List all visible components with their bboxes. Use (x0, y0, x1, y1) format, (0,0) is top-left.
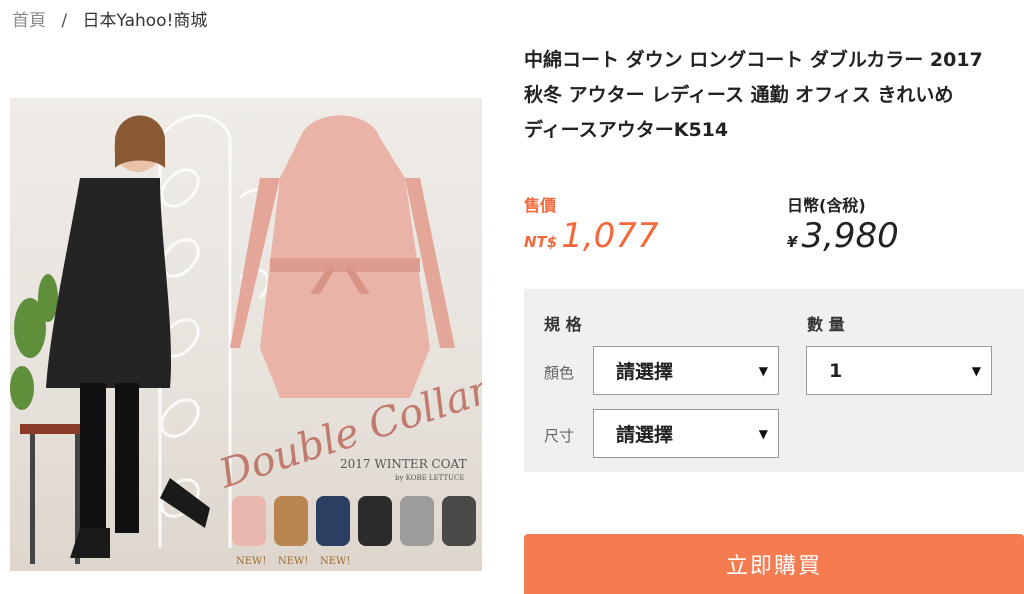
image-caption: 2017 WINTER COAT (340, 457, 467, 471)
swatch-gray (400, 496, 434, 546)
spec-heading: 規 格 (544, 315, 582, 334)
breadcrumb-home-link[interactable]: 首頁 (12, 11, 46, 31)
dropdown-arrow-icon: ▼ (758, 364, 768, 378)
new-badge: NEW! (320, 556, 350, 567)
breadcrumb: 首頁 / 日本Yahoo!商城 (12, 6, 207, 31)
color-label: 顏色 (544, 364, 575, 382)
yen-price: ¥3,980 (787, 216, 899, 256)
product-title: 中綿コート ダウン ロングコート ダブルカラー 2017 秋冬 アウター レディ… (524, 43, 1024, 148)
product-title-line: ディースアウターK514 (524, 119, 729, 141)
options-panel: 規 格 數 量 顏色 請選擇 ▼ 1 ▼ 尺寸 請選擇 ▼ (524, 289, 1024, 472)
product-title-line: 中綿コート ダウン ロングコート ダブルカラー 2017 (524, 49, 983, 71)
color-select-value: 請選擇 (616, 361, 674, 383)
swatch-camel (274, 496, 308, 546)
new-badge: NEW! (278, 556, 308, 567)
new-badge: NEW! (236, 556, 266, 567)
size-select-value: 請選擇 (616, 424, 674, 446)
breadcrumb-separator: / (61, 11, 68, 31)
buy-now-button[interactable]: 立即購買 (524, 534, 1024, 594)
pink-coat (230, 115, 455, 398)
product-image[interactable]: Double Collar 2017 WINTER COAT by KOBE L… (10, 98, 482, 571)
sale-currency: NT$ (524, 233, 558, 251)
swatch-pink (232, 496, 266, 546)
yen-currency: ¥ (787, 233, 798, 251)
swatch-charcoal (442, 496, 476, 546)
dropdown-arrow-icon: ▼ (758, 427, 768, 441)
quantity-select[interactable]: 1 ▼ (806, 346, 992, 395)
swatch-navy (316, 496, 350, 546)
sale-price: NT$ 1,077 (524, 216, 659, 256)
quantity-select-value: 1 (829, 359, 843, 382)
swatch-black (358, 496, 392, 546)
quantity-heading: 數 量 (807, 315, 845, 334)
color-select[interactable]: 請選擇 ▼ (593, 346, 779, 395)
product-title-line: 秋冬 アウター レディース 通勤 オフィス きれいめ (524, 84, 954, 106)
size-select[interactable]: 請選擇 ▼ (593, 409, 779, 458)
model-figure (46, 115, 210, 558)
dropdown-arrow-icon: ▼ (971, 364, 981, 378)
sale-amount: 1,077 (561, 216, 659, 256)
yen-price-label: 日幣(含稅) (787, 196, 866, 215)
breadcrumb-current[interactable]: 日本Yahoo!商城 (83, 11, 208, 31)
image-brand: by KOBE LETTUCE (395, 474, 465, 482)
sale-price-label: 售價 (524, 196, 557, 215)
decor-plant (10, 274, 58, 410)
yen-amount: 3,980 (801, 216, 899, 256)
size-label: 尺寸 (544, 427, 575, 445)
color-swatches (232, 496, 476, 546)
